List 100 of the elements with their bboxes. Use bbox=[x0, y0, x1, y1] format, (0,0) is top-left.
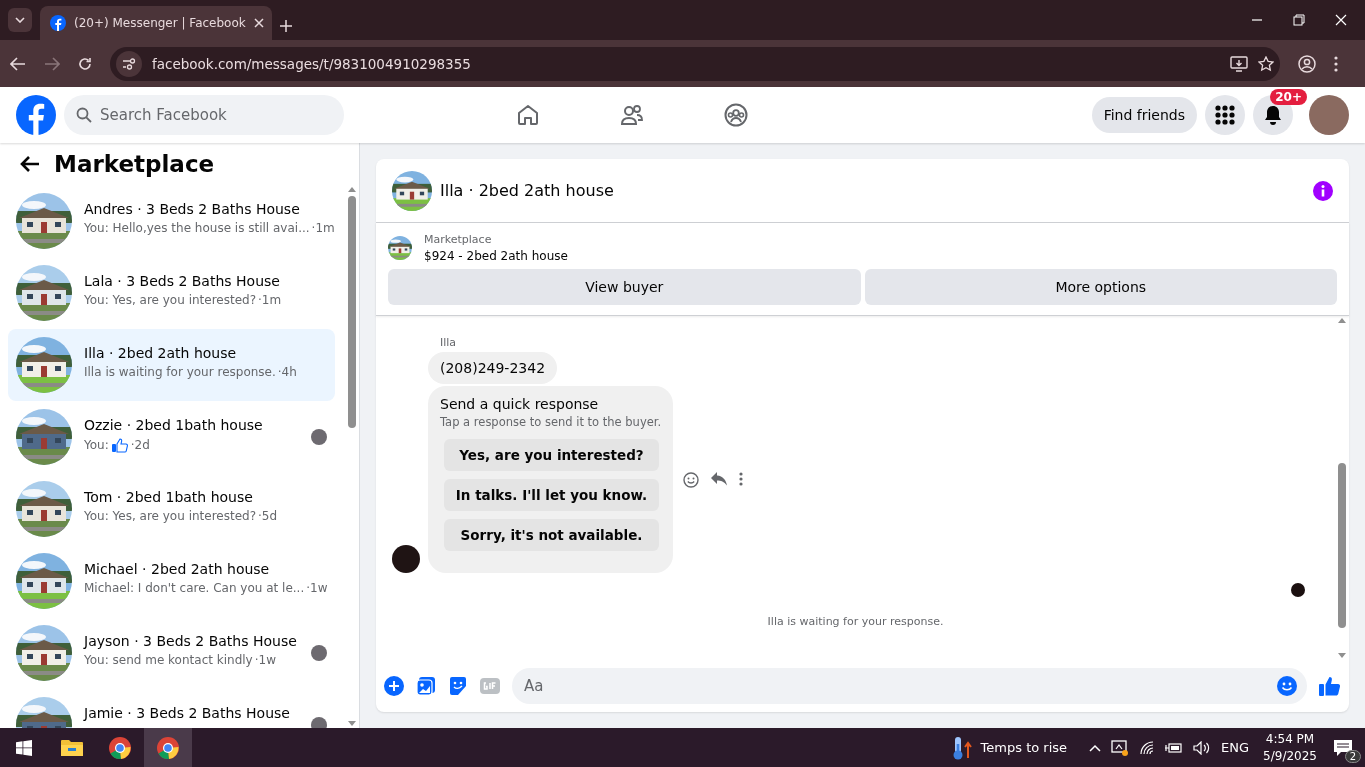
action-button[interactable]: More options bbox=[864, 269, 1337, 305]
quick-response-button[interactable]: In talks. I'll let you know. bbox=[444, 479, 659, 511]
tab-search-button[interactable] bbox=[8, 8, 32, 32]
menu-button[interactable] bbox=[1205, 95, 1245, 135]
find-friends-button[interactable]: Find friends bbox=[1091, 97, 1197, 133]
address-bar[interactable]: facebook.com/messages/t/9831004910298355 bbox=[110, 46, 1280, 81]
scroll-down-icon[interactable] bbox=[348, 721, 356, 726]
conversation-item[interactable]: Michael · 2bed 2ath house Michael: I don't care. Can you at le... ·1w bbox=[8, 545, 335, 617]
message-preview: You: send me kontact kindly bbox=[84, 653, 253, 667]
message-time: ·1w bbox=[306, 581, 328, 595]
status-text: Illa is waiting for your response. bbox=[766, 615, 945, 628]
scroll-up-icon[interactable] bbox=[348, 187, 356, 192]
message-preview: You: Yes, are you interested? bbox=[84, 293, 257, 307]
emoji-icon[interactable] bbox=[1277, 676, 1297, 696]
notification-count: 20+ bbox=[1270, 89, 1307, 105]
message-preview: You: bbox=[84, 438, 109, 452]
sidebar-title: Marketplace bbox=[54, 151, 215, 177]
new-tab-icon[interactable] bbox=[280, 20, 292, 32]
conversation-item[interactable]: Ozzie · 2bed 1bath house You: ·2d bbox=[8, 401, 335, 473]
profile-avatar[interactable] bbox=[1309, 95, 1349, 135]
chevron-down-icon bbox=[15, 17, 25, 23]
message-time: ·1w bbox=[254, 653, 276, 667]
message-preview: Michael: I don't care. Can you at le... bbox=[84, 581, 305, 595]
sticker-icon[interactable] bbox=[448, 676, 468, 696]
site-settings-icon bbox=[122, 57, 136, 70]
message-time: ·2d bbox=[130, 438, 150, 452]
thumbs-up-icon[interactable] bbox=[1319, 676, 1341, 696]
message-preview: You: Yes, are you interested? bbox=[84, 509, 257, 523]
home-icon[interactable] bbox=[516, 103, 540, 127]
action-button[interactable]: View buyer bbox=[388, 269, 861, 305]
screen-update-icon[interactable] bbox=[1111, 739, 1130, 756]
conversation-title: Michael · 2bed 2ath house bbox=[84, 561, 271, 577]
facebook-logo-icon[interactable] bbox=[16, 95, 56, 135]
conversation-title: Illa · 2bed 2ath house bbox=[440, 181, 615, 200]
scroll-up-icon[interactable] bbox=[1338, 318, 1346, 323]
friends-icon[interactable] bbox=[620, 103, 644, 127]
scrollbar-thumb[interactable] bbox=[1338, 463, 1346, 628]
bell-icon bbox=[1264, 105, 1282, 125]
message-bubble: (208)249-2342 bbox=[428, 352, 558, 384]
conversation-title: Andres · 3 Beds 2 Baths House bbox=[84, 201, 301, 217]
scrollbar[interactable] bbox=[1335, 316, 1349, 660]
emoji-icon[interactable] bbox=[683, 471, 700, 488]
sender-name: Illa bbox=[440, 336, 458, 349]
bookmark-star-icon[interactable] bbox=[1258, 55, 1274, 72]
message-time: ·4h bbox=[277, 365, 297, 379]
wifi-icon[interactable] bbox=[1139, 740, 1156, 755]
add-icon[interactable] bbox=[384, 676, 404, 696]
more-icon[interactable] bbox=[739, 471, 744, 486]
reload-icon[interactable] bbox=[78, 56, 92, 71]
conversation-title: Ozzie · 2bed 1bath house bbox=[84, 417, 264, 433]
message-input[interactable]: Aa bbox=[512, 668, 1307, 704]
card-subtitle: Tap a response to send it to the buyer. bbox=[440, 415, 662, 429]
message-preview: Illa is waiting for your response. bbox=[84, 365, 276, 379]
more-icon[interactable] bbox=[1334, 55, 1338, 72]
scrollbar[interactable] bbox=[345, 185, 359, 728]
read-receipt-avatar bbox=[1291, 583, 1305, 597]
chevron-up-icon[interactable] bbox=[1089, 743, 1102, 752]
chrome-icon[interactable] bbox=[156, 735, 180, 760]
conversation-title: Tom · 2bed 1bath house bbox=[84, 489, 254, 505]
reply-icon[interactable] bbox=[711, 471, 728, 486]
card-title: Send a quick response bbox=[440, 396, 600, 412]
profile-icon[interactable] bbox=[1298, 54, 1316, 73]
forward-icon[interactable] bbox=[44, 56, 60, 71]
battery-icon[interactable] bbox=[1165, 741, 1184, 754]
back-icon[interactable] bbox=[10, 56, 26, 71]
conversation-item[interactable]: Tom · 2bed 1bath house You: Yes, are you interested? ·5d bbox=[8, 473, 335, 545]
restore-icon[interactable] bbox=[1293, 14, 1305, 26]
install-app-icon[interactable] bbox=[1230, 55, 1248, 72]
quick-response-button[interactable]: Yes, are you interested? bbox=[444, 439, 659, 471]
back-arrow-icon[interactable] bbox=[20, 155, 40, 173]
listing-label: Marketplace bbox=[424, 233, 493, 246]
clock-date[interactable]: 5/9/2025 bbox=[1263, 747, 1317, 765]
scroll-down-icon[interactable] bbox=[1338, 653, 1346, 658]
language-indicator[interactable]: ENG bbox=[1221, 740, 1250, 755]
close-icon[interactable] bbox=[253, 18, 264, 28]
conversation-item[interactable]: Lala · 3 Beds 2 Baths House You: Yes, are you interested? ·1m bbox=[8, 257, 335, 329]
photo-icon[interactable] bbox=[416, 676, 436, 696]
listing-title: $924 - 2bed 2ath house bbox=[424, 249, 568, 263]
browser-tab[interactable]: (20+) Messenger | Facebook bbox=[40, 6, 272, 40]
groups-icon[interactable] bbox=[724, 103, 748, 127]
windows-start-icon[interactable] bbox=[16, 739, 32, 756]
conversation-title: Illa · 2bed 2ath house bbox=[84, 345, 238, 361]
folder-icon[interactable] bbox=[61, 738, 83, 757]
search-icon bbox=[76, 107, 92, 123]
tab-title: (20+) Messenger | Facebook bbox=[74, 16, 246, 30]
chrome-icon[interactable] bbox=[108, 735, 132, 760]
conversation-item[interactable]: Jayson · 3 Beds 2 Baths House You: send me kontact kindly ·1w bbox=[8, 617, 335, 689]
info-icon[interactable] bbox=[1313, 180, 1333, 201]
search-field[interactable]: Search Facebook bbox=[64, 95, 344, 135]
volume-icon[interactable] bbox=[1193, 740, 1212, 755]
conversation-title: Jamie · 3 Beds 2 Baths House bbox=[84, 705, 291, 721]
conversation-item[interactable]: Illa · 2bed 2ath house Illa is waiting for your response. ·4h bbox=[8, 329, 335, 401]
conversation-item[interactable]: Andres · 3 Beds 2 Baths House You: Hello,yes the house is still avai... ·1m bbox=[8, 185, 335, 257]
facebook-logo-icon bbox=[50, 15, 66, 31]
message-time: ·1m bbox=[258, 293, 282, 307]
grid-icon bbox=[1215, 105, 1235, 125]
scrollbar-thumb[interactable] bbox=[348, 196, 356, 428]
clock-time[interactable]: 4:54 PM bbox=[1263, 730, 1317, 748]
conversation-title: Jayson · 3 Beds 2 Baths House bbox=[84, 633, 298, 649]
quick-response-button[interactable]: Sorry, it's not available. bbox=[444, 519, 659, 551]
